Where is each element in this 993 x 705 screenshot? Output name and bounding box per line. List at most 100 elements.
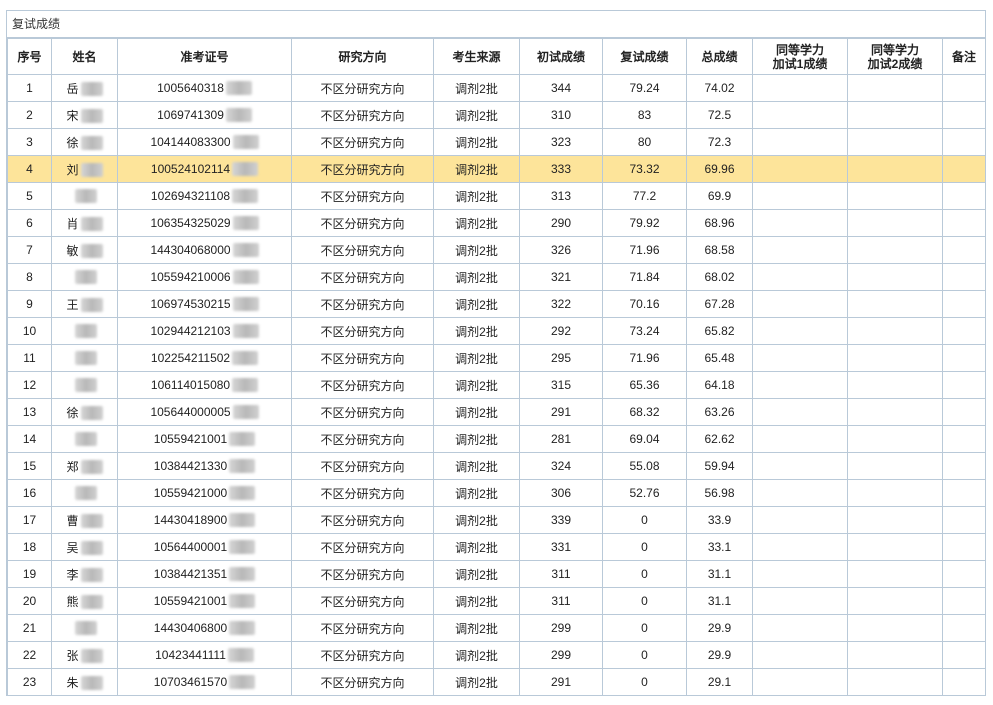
exam-id-redaction <box>229 459 256 474</box>
table-row[interactable]: 9 王 106974530215 不区分研究方向 调剂2批 322 70.16 67.28 <box>7 290 986 318</box>
table-row[interactable]: 12 106114015080 不区分研究方向 调剂2批 315 65.36 64.18 <box>7 371 986 399</box>
name-redaction <box>80 514 103 529</box>
row-retest-score: 77.2 <box>602 182 687 210</box>
col-header-no[interactable]: 序号 <box>7 38 52 75</box>
row-exam-id: 106354325029 <box>117 209 292 237</box>
exam-id-text: 144304068000 <box>150 242 231 257</box>
col-header-extra2[interactable]: 同等学力 加试2成绩 <box>847 38 943 75</box>
row-extra2 <box>847 587 943 615</box>
row-initial-score: 291 <box>519 668 603 696</box>
table-row[interactable]: 7 敏 144304068000 不区分研究方向 调剂2批 326 71.96 68.58 <box>7 236 986 264</box>
row-note <box>942 398 986 426</box>
table-row[interactable]: 17 曹 14430418900 不区分研究方向 调剂2批 339 0 33.9 <box>7 506 986 534</box>
row-name: 王 <box>51 290 118 318</box>
table-row[interactable]: 4 刘 100524102114 不区分研究方向 调剂2批 333 73.32 69.96 <box>7 155 986 183</box>
name-redaction <box>74 621 97 636</box>
exam-id-redaction <box>229 621 256 636</box>
row-extra2 <box>847 533 943 561</box>
row-direction: 不区分研究方向 <box>291 236 434 264</box>
row-retest-score: 71.84 <box>602 263 687 291</box>
table-row[interactable]: 2 宋 1069741309 不区分研究方向 调剂2批 310 83 72.5 <box>7 101 986 129</box>
table-row[interactable]: 3 徐 104144083300 不区分研究方向 调剂2批 323 80 72.3 <box>7 128 986 156</box>
row-initial-score: 324 <box>519 452 603 480</box>
table-row[interactable]: 16 10559421000 不区分研究方向 调剂2批 306 52.76 56.98 <box>7 479 986 507</box>
name-redaction <box>80 163 103 178</box>
col-header-extra1[interactable]: 同等学力 加试1成绩 <box>752 38 848 75</box>
row-total-score: 29.1 <box>686 668 753 696</box>
row-exam-id: 10423441111 <box>117 641 292 669</box>
row-note <box>942 74 986 102</box>
col-header-direction[interactable]: 研究方向 <box>291 38 434 75</box>
col-header-source[interactable]: 考生来源 <box>433 38 520 75</box>
exam-id-text: 102254211502 <box>150 350 231 365</box>
col-header-retest-score[interactable]: 复试成绩 <box>602 38 687 75</box>
row-total-score: 72.5 <box>686 101 753 129</box>
col-header-name[interactable]: 姓名 <box>51 38 118 75</box>
table-row[interactable]: 15 郑 10384421330 不区分研究方向 调剂2批 324 55.08 59.94 <box>7 452 986 480</box>
table-row[interactable]: 21 14430406800 不区分研究方向 调剂2批 299 0 29.9 <box>7 614 986 642</box>
col-header-note[interactable]: 备注 <box>942 38 986 75</box>
row-retest-score: 83 <box>602 101 687 129</box>
table-row[interactable]: 20 熊 10559421001 不区分研究方向 调剂2批 311 0 31.1 <box>7 587 986 615</box>
name-redaction <box>80 82 103 97</box>
table-row[interactable]: 11 102254211502 不区分研究方向 调剂2批 295 71.96 65.48 <box>7 344 986 372</box>
row-initial-score: 311 <box>519 587 603 615</box>
exam-id-redaction <box>227 648 254 663</box>
table-row[interactable]: 22 张 10423441111 不区分研究方向 调剂2批 299 0 29.9 <box>7 641 986 669</box>
row-retest-score: 0 <box>602 506 687 534</box>
table-row[interactable]: 18 吴 10564400001 不区分研究方向 调剂2批 331 0 33.1 <box>7 533 986 561</box>
exam-id-redaction <box>232 378 259 393</box>
row-exam-id: 1069741309 <box>117 101 292 129</box>
row-source: 调剂2批 <box>433 74 520 102</box>
row-exam-id: 10564400001 <box>117 533 292 561</box>
row-total-score: 74.02 <box>686 74 753 102</box>
row-retest-score: 55.08 <box>602 452 687 480</box>
exam-id-text: 10384421351 <box>153 566 228 581</box>
row-direction: 不区分研究方向 <box>291 371 434 399</box>
row-exam-id: 10559421001 <box>117 425 292 453</box>
table-row[interactable]: 13 徐 105644000005 不区分研究方向 调剂2批 291 68.32 63.26 <box>7 398 986 426</box>
row-extra1 <box>752 533 848 561</box>
row-retest-score: 0 <box>602 560 687 588</box>
row-note <box>942 317 986 345</box>
col-header-id[interactable]: 准考证号 <box>117 38 292 75</box>
table-row[interactable]: 19 李 10384421351 不区分研究方向 调剂2批 311 0 31.1 <box>7 560 986 588</box>
row-initial-score: 310 <box>519 101 603 129</box>
row-total-score: 69.96 <box>686 155 753 183</box>
row-exam-id: 10384421330 <box>117 452 292 480</box>
table-row[interactable]: 5 102694321108 不区分研究方向 调剂2批 313 77.2 69.9 <box>7 182 986 210</box>
col-header-total-score[interactable]: 总成绩 <box>686 38 753 75</box>
table-row[interactable]: 10 102944212103 不区分研究方向 调剂2批 292 73.24 65.82 <box>7 317 986 345</box>
row-initial-score: 323 <box>519 128 603 156</box>
row-note <box>942 371 986 399</box>
row-extra1 <box>752 506 848 534</box>
row-source: 调剂2批 <box>433 371 520 399</box>
row-direction: 不区分研究方向 <box>291 425 434 453</box>
table-row[interactable]: 1 岳 1005640318 不区分研究方向 调剂2批 344 79.24 74.02 <box>7 74 986 102</box>
row-extra2 <box>847 452 943 480</box>
row-source: 调剂2批 <box>433 101 520 129</box>
row-retest-score: 0 <box>602 668 687 696</box>
table-row[interactable]: 23 朱 10703461570 不区分研究方向 调剂2批 291 0 29.1 <box>7 668 986 696</box>
row-extra1 <box>752 317 848 345</box>
row-total-score: 31.1 <box>686 560 753 588</box>
table-row[interactable]: 8 105594210006 不区分研究方向 调剂2批 321 71.84 68.02 <box>7 263 986 291</box>
col-header-initial-score[interactable]: 初试成绩 <box>519 38 603 75</box>
table-row[interactable]: 6 肖 106354325029 不区分研究方向 调剂2批 290 79.92 68.96 <box>7 209 986 237</box>
name-text: 徐 <box>66 135 79 150</box>
exam-id-redaction <box>229 432 256 447</box>
table-row[interactable]: 14 10559421001 不区分研究方向 调剂2批 281 69.04 62.62 <box>7 425 986 453</box>
row-no: 4 <box>7 155 52 183</box>
row-name <box>51 614 118 642</box>
row-retest-score: 69.04 <box>602 425 687 453</box>
row-no: 20 <box>7 587 52 615</box>
row-name <box>51 182 118 210</box>
row-note <box>942 668 986 696</box>
row-extra2 <box>847 290 943 318</box>
row-exam-id: 106114015080 <box>117 371 292 399</box>
row-note <box>942 263 986 291</box>
row-retest-score: 65.36 <box>602 371 687 399</box>
row-direction: 不区分研究方向 <box>291 155 434 183</box>
name-redaction <box>80 541 103 556</box>
row-retest-score: 0 <box>602 533 687 561</box>
